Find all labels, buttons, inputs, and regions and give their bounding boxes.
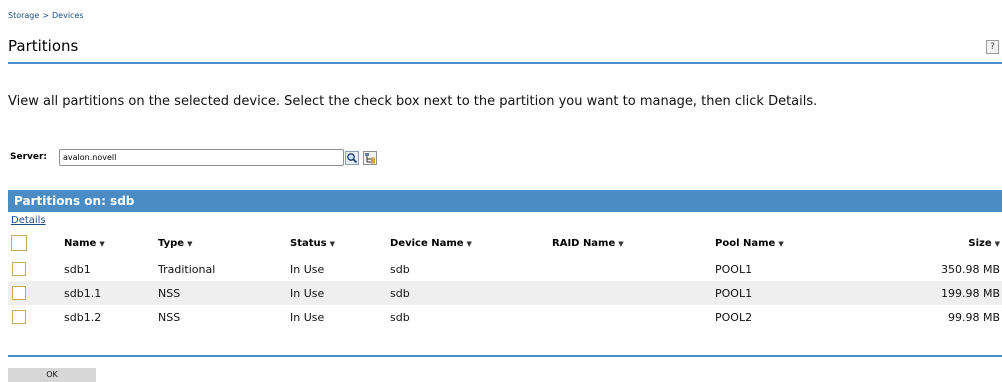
select-all-checkbox[interactable]: [11, 235, 27, 251]
breadcrumb-storage[interactable]: Storage: [8, 11, 39, 20]
sort-caret-icon: ▼: [466, 239, 472, 248]
ok-button[interactable]: OK: [8, 368, 96, 382]
page-description: View all partitions on the selected devi…: [8, 94, 818, 109]
sort-caret-icon: ▼: [994, 239, 1000, 248]
cell-status: In Use: [290, 310, 325, 324]
column-header-raid-name[interactable]: RAID Name ▼: [552, 229, 715, 257]
cell-device-name: sdb: [390, 281, 552, 305]
select-all-cell: [8, 229, 64, 257]
help-icon[interactable]: ?: [986, 40, 999, 54]
table-bottom-divider: [8, 355, 1002, 357]
table-header-bar: Partitions on: sdb: [8, 190, 1002, 212]
row-select-cell: [8, 281, 64, 305]
cell-size: 350.98 MB: [940, 262, 1000, 276]
cell-status: In Use: [290, 281, 390, 305]
sort-caret-icon: ▼: [778, 239, 784, 248]
table-title: Partitions on: sdb: [14, 194, 135, 208]
cell-raid-name: [552, 281, 715, 305]
cell-raid-name: [552, 305, 715, 329]
cell-pool-name: POOL1: [715, 262, 753, 276]
row-checkbox[interactable]: [12, 262, 26, 276]
title-divider: [8, 62, 1002, 64]
cell-pool-name: POOL1: [715, 281, 875, 305]
row-select-cell: [8, 305, 64, 329]
cell-name: sdb1.1: [64, 281, 158, 305]
cell-pool-name: POOL2: [715, 310, 753, 324]
sort-caret-icon: ▼: [618, 239, 624, 248]
sort-caret-icon: ▼: [187, 239, 193, 248]
sort-caret-icon: ▼: [329, 239, 335, 248]
breadcrumb-devices[interactable]: Devices: [52, 11, 84, 20]
cell-device-name: sdb: [390, 310, 410, 324]
column-header-size[interactable]: Size ▼: [875, 229, 1002, 257]
table-row: sdb1.1 NSS In Use sdb POOL1 199.98 MB: [8, 281, 1002, 305]
cell-type: NSS: [158, 281, 290, 305]
partitions-table: Name ▼ Type ▼ Status ▼ Device Name ▼ RAID Na…: [8, 229, 1002, 329]
cell-raid-name: [552, 257, 715, 281]
table-header-row: Name ▼ Type ▼ Status ▼ Device Name ▼ RAID Na…: [8, 229, 1002, 257]
server-label: Server:: [10, 152, 48, 162]
column-header-name[interactable]: Name ▼: [64, 229, 158, 257]
row-checkbox[interactable]: [12, 286, 26, 300]
column-header-status[interactable]: Status ▼: [290, 229, 390, 257]
page: Storage > Devices Partitions ? View all pa…: [0, 0, 1002, 382]
row-select-cell: [8, 257, 64, 281]
search-icon[interactable]: [345, 150, 359, 165]
column-header-pool-name[interactable]: Pool Name ▼: [715, 229, 875, 257]
cell-size: 199.98 MB: [875, 281, 1002, 305]
title-row: Partitions ?: [8, 37, 1002, 61]
cell-name: sdb1.2: [64, 310, 102, 324]
cell-type: NSS: [158, 310, 181, 324]
cell-type: Traditional: [158, 262, 216, 276]
cell-status: In Use: [290, 262, 325, 276]
cell-name: sdb1: [64, 262, 91, 276]
server-input[interactable]: [59, 149, 344, 166]
browse-tree-icon[interactable]: [363, 150, 377, 165]
column-header-type[interactable]: Type ▼: [158, 229, 290, 257]
sort-caret-icon: ▼: [99, 239, 105, 248]
breadcrumb-separator: >: [42, 11, 50, 20]
table-row: sdb1.2 NSS In Use sdb POOL2 99.98 MB: [8, 305, 1002, 329]
column-header-device-name[interactable]: Device Name ▼: [390, 229, 552, 257]
row-checkbox[interactable]: [12, 310, 26, 324]
table-row: sdb1 Traditional In Use sdb POOL1 350.98…: [8, 257, 1002, 281]
cell-size: 99.98 MB: [947, 310, 1000, 324]
breadcrumb: Storage > Devices: [8, 11, 84, 20]
cell-device-name: sdb: [390, 262, 410, 276]
server-row: Server:: [8, 149, 408, 169]
details-link[interactable]: Details: [11, 215, 46, 226]
page-title: Partitions: [8, 37, 79, 55]
